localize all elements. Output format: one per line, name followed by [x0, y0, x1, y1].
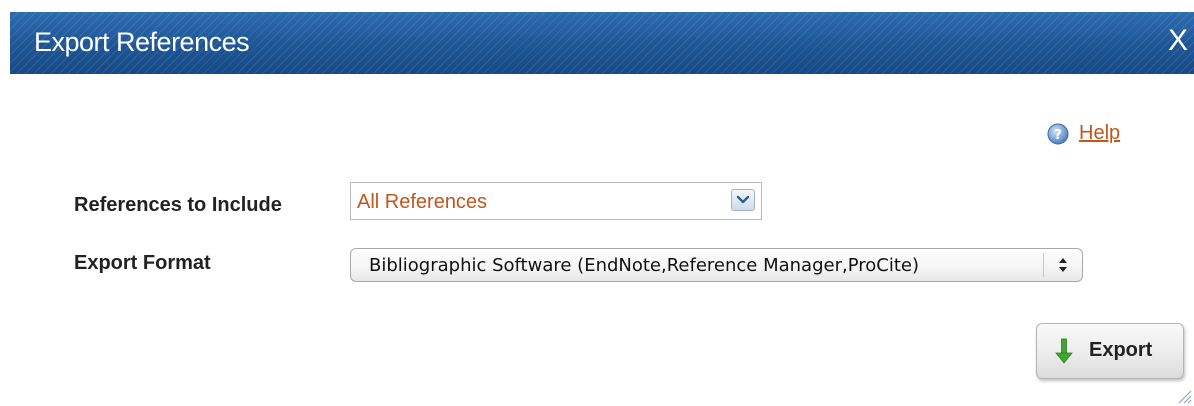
- export-references-dialog: Export References X ? Help References to…: [0, 0, 1194, 406]
- references-to-include-value: All References: [357, 191, 488, 213]
- close-button[interactable]: X: [1168, 24, 1188, 58]
- export-format-select[interactable]: Bibliographic Software (EndNote,Referenc…: [350, 248, 1083, 282]
- resize-grip-icon[interactable]: [1176, 388, 1192, 404]
- help-link[interactable]: Help: [1079, 122, 1120, 145]
- export-button[interactable]: Export: [1036, 323, 1184, 379]
- dialog-titlebar: Export References X: [10, 12, 1194, 74]
- export-button-label: Export: [1089, 339, 1153, 361]
- svg-text:?: ?: [1054, 128, 1062, 143]
- select-divider: [1043, 253, 1044, 277]
- export-format-label: Export Format: [74, 252, 211, 274]
- references-to-include-select[interactable]: All References: [350, 182, 762, 220]
- dialog-title: Export References: [34, 27, 250, 57]
- down-arrow-icon: [1055, 338, 1073, 364]
- references-to-include-label: References to Include: [74, 194, 282, 216]
- up-down-arrows-icon[interactable]: [1058, 256, 1068, 274]
- chevron-down-icon[interactable]: [731, 189, 755, 211]
- help-link-group[interactable]: ? Help: [1047, 122, 1120, 145]
- help-circle-icon[interactable]: ?: [1047, 123, 1069, 145]
- export-format-value: Bibliographic Software (EndNote,Referenc…: [369, 255, 919, 276]
